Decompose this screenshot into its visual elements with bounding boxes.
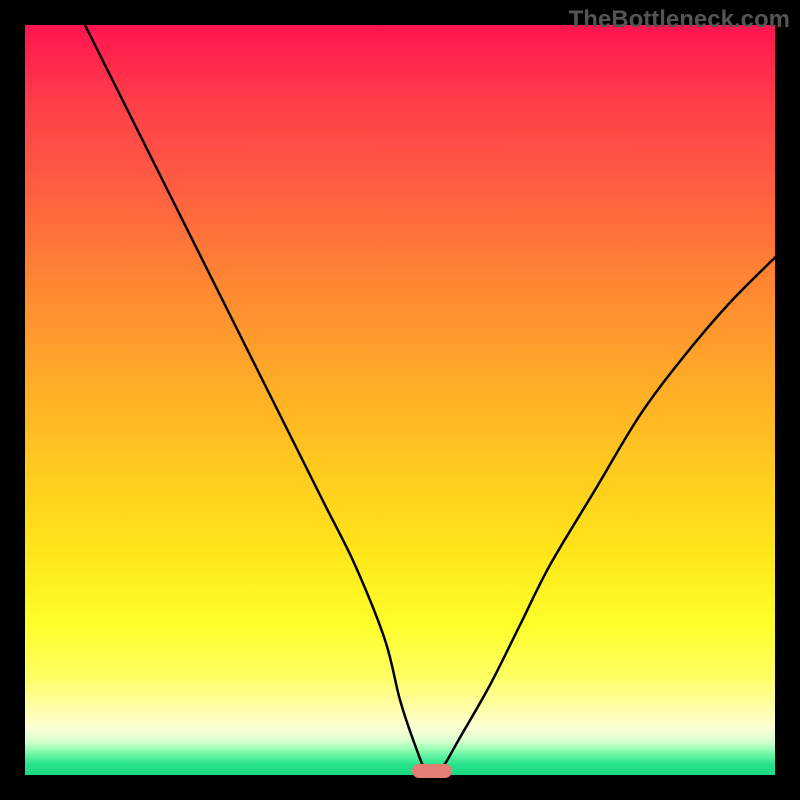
minimum-marker: [412, 764, 452, 778]
watermark-text: TheBottleneck.com: [569, 6, 790, 34]
chart-container: TheBottleneck.com: [0, 0, 800, 800]
plot-area: [25, 25, 775, 775]
curve-svg: [25, 25, 775, 775]
bottleneck-curve: [85, 25, 775, 774]
